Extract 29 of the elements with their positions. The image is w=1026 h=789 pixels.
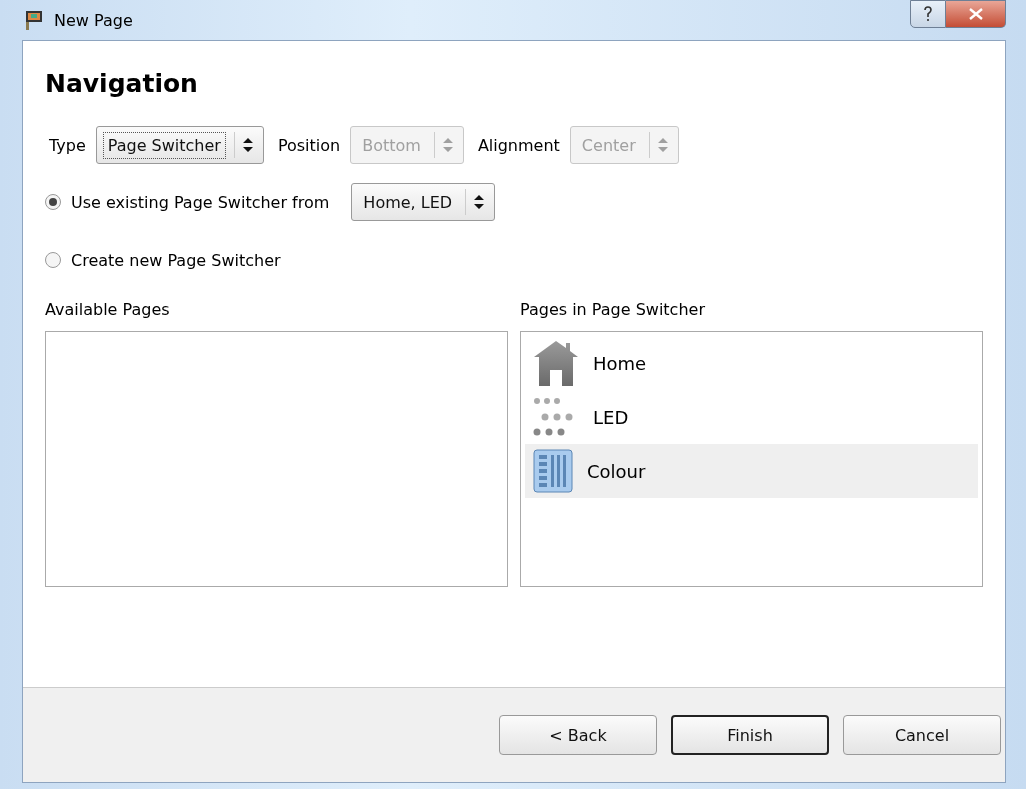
- radio-button[interactable]: [45, 194, 61, 210]
- dropdown[interactable]: Home, LED: [351, 183, 496, 221]
- dialog-button[interactable]: Finish: [671, 715, 829, 755]
- list-item[interactable]: Colour: [525, 444, 978, 498]
- up-down-arrows-icon: [657, 137, 668, 153]
- section-heading: Navigation: [45, 69, 199, 98]
- up-down-arrows-icon: [442, 137, 453, 153]
- list-item[interactable]: Home: [525, 336, 978, 390]
- help-button[interactable]: [910, 0, 946, 28]
- dialog-button[interactable]: Cancel: [843, 715, 1001, 755]
- field-label: Alignment: [477, 135, 560, 155]
- field-label: Type: [49, 135, 86, 155]
- list-label: Available Pages: [45, 300, 171, 319]
- field-label: Position: [277, 135, 341, 155]
- up-down-arrows-icon: [242, 137, 253, 153]
- radio-label: Use existing Page Switcher from: [71, 192, 330, 212]
- list-item[interactable]: LED: [525, 390, 978, 444]
- house-icon: [533, 340, 579, 386]
- dropdown[interactable]: Page Switcher: [95, 126, 264, 164]
- help-icon: [923, 6, 933, 22]
- up-down-arrows-icon: [474, 194, 485, 210]
- columns-icon: [533, 449, 573, 493]
- dialog-button[interactable]: < Back: [499, 715, 657, 755]
- close-icon: [968, 8, 983, 20]
- list-label: Pages in Page Switcher: [520, 300, 706, 319]
- window-title: New Page: [54, 10, 134, 30]
- radio-label: Create new Page Switcher: [71, 250, 281, 270]
- close-button[interactable]: [946, 0, 1006, 28]
- radio-button[interactable]: [45, 252, 61, 268]
